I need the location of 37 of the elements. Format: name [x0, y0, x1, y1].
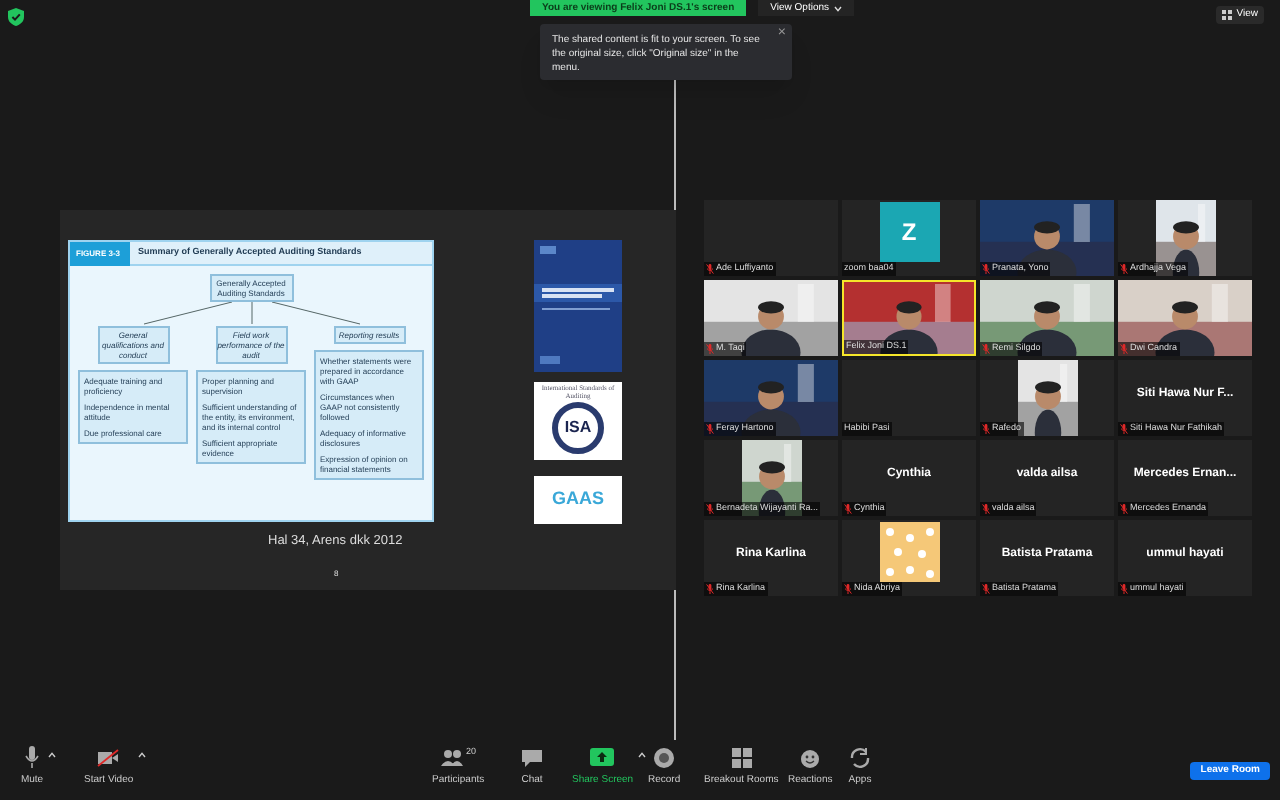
muted-mic-icon [982, 504, 990, 514]
muted-mic-icon [982, 424, 990, 434]
muted-mic-icon [844, 504, 852, 514]
share-screen-icon [590, 746, 615, 770]
smiley-icon [798, 746, 823, 770]
logo-text: ISA [564, 416, 592, 440]
muted-mic-icon [706, 424, 714, 434]
grid-icon [1222, 10, 1233, 20]
options-caret-button[interactable] [137, 752, 146, 758]
muted-mic-icon [1120, 264, 1128, 274]
muted-mic-icon [982, 344, 990, 354]
caret-icon [48, 752, 56, 758]
muted-mic-icon [1120, 424, 1128, 434]
people-icon [440, 746, 465, 770]
grid-icon [729, 746, 754, 770]
muted-mic-icon [1120, 344, 1128, 354]
record-icon [652, 746, 677, 770]
microphone-icon [20, 746, 44, 770]
muted-mic-icon [1120, 504, 1128, 514]
caret-icon [137, 752, 146, 758]
muted-mic-icon [706, 504, 714, 514]
video-camera-off-icon [96, 746, 121, 770]
muted-mic-icon [1120, 584, 1128, 594]
caret-icon [637, 752, 646, 758]
options-caret-button[interactable] [48, 752, 56, 758]
muted-mic-icon [982, 264, 990, 274]
muted-mic-icon [706, 344, 714, 354]
chat-bubble-icon [520, 746, 544, 770]
muted-mic-icon [982, 584, 990, 594]
muted-mic-icon [706, 584, 714, 594]
caret-icon [833, 5, 842, 11]
options-caret-button[interactable] [637, 752, 646, 758]
muted-mic-icon [844, 584, 852, 594]
muted-mic-icon [706, 264, 714, 274]
avatar-initial: Z [901, 216, 917, 250]
logo-text: GAAS [551, 486, 604, 513]
security-shield-icon[interactable] [8, 8, 24, 26]
